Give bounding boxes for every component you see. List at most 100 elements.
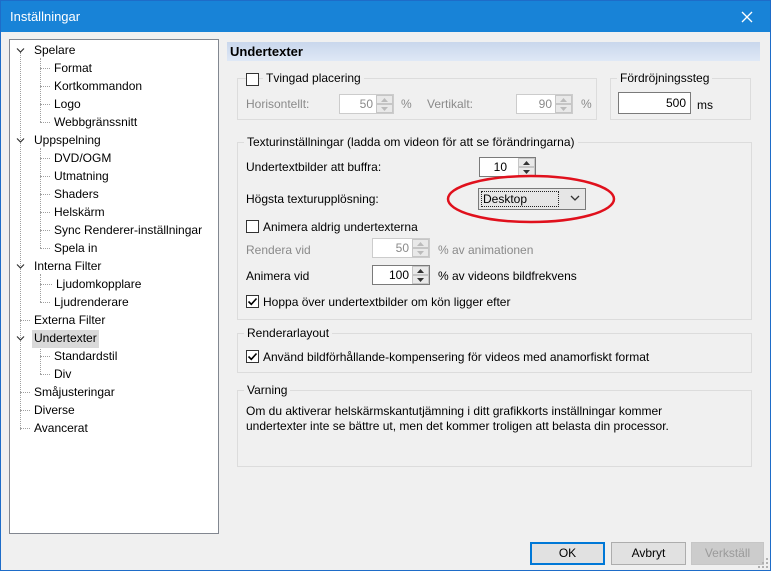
tree-item-smajusteringar[interactable]: Småjusteringar [32, 384, 117, 402]
tree-item-shaders[interactable]: Shaders [52, 186, 101, 204]
ok-button[interactable]: OK [530, 542, 605, 565]
delay-unit: ms [697, 98, 713, 112]
tree-line [20, 428, 30, 429]
vertical-unit: % [581, 97, 592, 111]
vertical-label: Vertikalt: [427, 97, 474, 111]
arrow-up-icon [381, 97, 388, 102]
max-res-select[interactable]: Desktop [478, 188, 586, 210]
tree-item-spelare[interactable]: Spelare [32, 42, 77, 60]
max-res-selected: Desktop [481, 191, 559, 207]
arrow-down-icon [560, 106, 567, 111]
spin-down-button[interactable] [518, 167, 535, 176]
warning-text: Om du aktiverar helskärmskantutjämning i… [246, 404, 669, 433]
arrow-up-icon [417, 241, 424, 246]
tree-item-div[interactable]: Div [52, 366, 73, 384]
spin-up-button[interactable] [555, 95, 572, 104]
vertical-spinner[interactable]: 90 [516, 94, 573, 114]
vertical-value: 90 [538, 97, 552, 111]
tree-item-undertexter[interactable]: Undertexter [32, 330, 99, 348]
arrow-up-icon [523, 160, 530, 165]
anamorphic-label[interactable]: Använd bildförhållande-kompensering för … [263, 350, 649, 364]
tree-line [40, 158, 50, 159]
tree-item-sync-renderer[interactable]: Sync Renderer-inställningar [52, 222, 204, 240]
chevron-down-icon[interactable] [16, 46, 25, 55]
delay-step-input[interactable]: 500 [618, 92, 691, 114]
tree-item-format[interactable]: Format [52, 60, 94, 78]
tree-line [20, 320, 30, 321]
buffer-spinner[interactable]: 10 [479, 157, 536, 177]
tree-item-externa-filter[interactable]: Externa Filter [32, 312, 107, 330]
tree-item-standardstil[interactable]: Standardstil [52, 348, 119, 366]
skip-frames-checkbox[interactable] [246, 295, 259, 308]
spin-down-button[interactable] [376, 104, 393, 113]
animate-at-label: Animera vid [246, 269, 310, 283]
horizontal-spinner[interactable]: 50 [339, 94, 394, 114]
spin-down-button[interactable] [555, 104, 572, 113]
tree-line [40, 374, 50, 375]
spin-up-button[interactable] [518, 158, 535, 167]
forced-placement-checkbox[interactable] [246, 73, 259, 86]
resize-grip-icon[interactable] [758, 558, 768, 568]
tree-item-uppspelning[interactable]: Uppspelning [32, 132, 103, 150]
tree-line [40, 86, 50, 87]
tree-line [20, 410, 30, 411]
tree-item-helskarm[interactable]: Helskärm [52, 204, 107, 222]
warning-title: Varning [244, 383, 291, 397]
tree-item-logo[interactable]: Logo [52, 96, 83, 114]
tree-line [40, 104, 50, 105]
tree-item-ljudomkopplare[interactable]: Ljudomkopplare [54, 276, 143, 294]
tree-item-avancerat[interactable]: Avancerat [32, 420, 90, 438]
animate-at-spinner[interactable]: 100 [372, 265, 430, 285]
render-at-label: Rendera vid [246, 243, 311, 257]
anamorphic-checkbox[interactable] [246, 350, 259, 363]
settings-tree[interactable]: Spelare Format Kortkommandon Logo Webbgr… [9, 39, 219, 534]
render-at-spinner[interactable]: 50 [372, 238, 430, 258]
spin-up-button[interactable] [412, 239, 429, 248]
spin-up-button[interactable] [412, 266, 429, 275]
tree-line [40, 302, 50, 303]
buffer-value: 10 [493, 160, 507, 174]
animate-at-value: 100 [388, 268, 409, 282]
tree-line [40, 274, 41, 302]
tree-item-utmatning[interactable]: Utmatning [52, 168, 111, 186]
title-bar: Inställningar [1, 1, 770, 32]
arrow-up-icon [560, 97, 567, 102]
tree-item-ljudrenderare[interactable]: Ljudrenderare [52, 294, 131, 312]
checkmark-icon [247, 352, 258, 361]
delay-group-title: Fördröjningssteg [617, 71, 713, 85]
tree-line [40, 194, 50, 195]
render-at-value: 50 [395, 241, 409, 255]
render-at-suffix: % av animationen [438, 243, 534, 257]
tree-line [40, 68, 50, 69]
tree-item-dvd-ogm[interactable]: DVD/OGM [52, 150, 113, 168]
spin-down-button[interactable] [412, 275, 429, 284]
arrow-up-icon [417, 268, 424, 273]
tree-item-interna-filter[interactable]: Interna Filter [32, 258, 103, 276]
close-button[interactable] [724, 1, 770, 32]
chevron-down-icon [570, 195, 580, 201]
chevron-down-icon[interactable] [16, 136, 25, 145]
tree-line [40, 346, 41, 374]
tree-item-webbgranssnitt[interactable]: Webbgränssnitt [52, 114, 139, 132]
chevron-down-icon[interactable] [16, 334, 25, 343]
tree-line [20, 392, 30, 393]
tree-item-kortkommandon[interactable]: Kortkommandon [52, 78, 144, 96]
settings-window: Inställningar Spelare Format Kortkommand… [0, 0, 771, 571]
spin-down-button[interactable] [412, 248, 429, 257]
arrow-down-icon [523, 169, 530, 174]
spin-up-button[interactable] [376, 95, 393, 104]
tree-item-diverse[interactable]: Diverse [32, 402, 77, 420]
cancel-button[interactable]: Avbryt [611, 542, 686, 565]
tree-item-spela-in[interactable]: Spela in [52, 240, 99, 258]
max-res-label: Högsta texturupplösning: [246, 192, 379, 206]
window-title: Inställningar [10, 9, 81, 24]
checkmark-icon [247, 297, 258, 306]
never-animate-label[interactable]: Animera aldrig undertexterna [263, 220, 418, 234]
forced-placement-label[interactable]: Tvingad placering [263, 71, 364, 85]
chevron-down-icon[interactable] [16, 262, 25, 271]
apply-button[interactable]: Verkställ [691, 542, 764, 565]
horizontal-unit: % [401, 97, 412, 111]
tree-line [20, 52, 21, 430]
skip-frames-label[interactable]: Hoppa över undertextbilder om kön ligger… [263, 295, 510, 309]
never-animate-checkbox[interactable] [246, 220, 259, 233]
